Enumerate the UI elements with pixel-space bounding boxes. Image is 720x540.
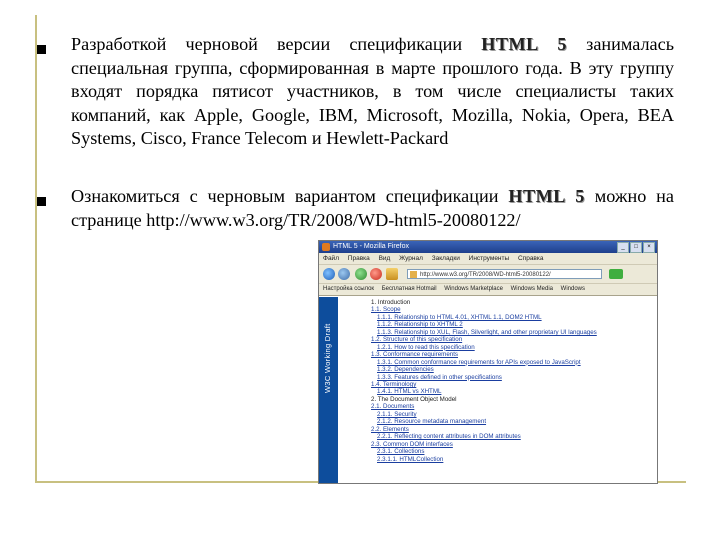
menu-file[interactable]: Файл: [323, 255, 339, 262]
paragraph-text: Разработкой черновой версии спецификации: [71, 34, 482, 54]
back-arrow-icon[interactable]: [323, 268, 335, 280]
browser-page-content: W3C Working Draft 1. Introduction 1.1. Sc…: [319, 297, 657, 483]
menu-tools[interactable]: Инструменты: [469, 255, 510, 262]
toc-entry[interactable]: 2.1.1. Security: [371, 411, 653, 418]
toc-entry[interactable]: 1.4. Terminology: [371, 381, 653, 388]
maximize-button[interactable]: □: [630, 242, 642, 253]
spec-url-link[interactable]: http://www.w3.org/TR/2008/WD-html5-20080…: [146, 210, 520, 230]
toc-entry[interactable]: 1.3. Conformance requirements: [371, 351, 653, 358]
table-of-contents: 1. Introduction 1.1. Scope 1.1.1. Relation…: [371, 299, 653, 463]
bookmarks-toolbar: Настройка ссылок Бесплатная Hotmail Wind…: [319, 284, 657, 296]
forward-arrow-icon[interactable]: [338, 268, 350, 280]
bookmark-item[interactable]: Настройка ссылок: [323, 286, 374, 292]
bullet-square-icon: [37, 45, 46, 54]
toc-entry[interactable]: 1.3.1. Common conformance requirements f…: [371, 359, 653, 366]
stop-icon[interactable]: [370, 268, 382, 280]
toc-entry: 2. The Document Object Model: [371, 395, 457, 403]
bullet-paragraph-1: Разработкой черновой версии спецификации…: [71, 33, 674, 151]
minimize-button[interactable]: _: [617, 242, 629, 253]
toc-entry[interactable]: 1.3.3. Features defined in other specifi…: [371, 374, 653, 381]
firefox-icon: [322, 243, 330, 251]
toc-entry[interactable]: 2.3.1.1. HTMLCollection: [371, 456, 653, 463]
browser-menubar: Файл Правка Вид Журнал Закладки Инструме…: [319, 253, 657, 265]
browser-screenshot: HTML 5 - Mozilla Firefox _ □ × Файл Прав…: [318, 240, 658, 484]
paragraph-text: Ознакомиться с черновым вариантом специф…: [71, 186, 509, 206]
go-button[interactable]: [609, 269, 623, 279]
bookmark-item[interactable]: Windows Media: [511, 286, 553, 292]
toc-entry[interactable]: 1.1. Scope: [371, 306, 653, 313]
toc-entry[interactable]: 1.1.2. Relationship to XHTML 2: [371, 321, 653, 328]
bookmark-item[interactable]: Windows: [561, 286, 585, 292]
home-icon[interactable]: [386, 268, 398, 280]
menu-help[interactable]: Справка: [518, 255, 544, 262]
slide-frame-left-rule: [35, 15, 37, 482]
html5-highlight: HTML 5: [481, 34, 567, 54]
browser-titlebar: HTML 5 - Mozilla Firefox _ □ ×: [319, 241, 657, 253]
toc-entry[interactable]: 1.4.1. HTML vs XHTML: [371, 388, 653, 395]
toc-entry: 1. Introduction: [371, 299, 411, 306]
menu-bookmarks[interactable]: Закладки: [432, 255, 460, 262]
menu-edit[interactable]: Правка: [348, 255, 370, 262]
toc-entry[interactable]: 1.1.3. Relationship to XUL, Flash, Silve…: [371, 329, 653, 336]
toc-entry[interactable]: 2.3. Common DOM interfaces: [371, 441, 653, 448]
page-icon: [410, 271, 417, 278]
toc-entry[interactable]: 2.2. Elements: [371, 426, 653, 433]
toc-entry[interactable]: 1.2. Structure of this specification: [371, 336, 653, 343]
toc-entry[interactable]: 2.2.1. Reflecting content attributes in …: [371, 433, 653, 440]
bullet-square-icon: [37, 197, 46, 206]
browser-navbar: http://www.w3.org/TR/2008/WD-html5-20080…: [319, 265, 657, 284]
bookmark-item[interactable]: Windows Marketplace: [444, 286, 503, 292]
toc-entry[interactable]: 1.2.1. How to read this specification: [371, 344, 653, 351]
toc-entry[interactable]: 2.1. Documents: [371, 403, 653, 410]
browser-title: HTML 5 - Mozilla Firefox: [333, 243, 409, 250]
menu-view[interactable]: Вид: [379, 255, 391, 262]
address-bar[interactable]: http://www.w3.org/TR/2008/WD-html5-20080…: [407, 269, 602, 279]
bullet-paragraph-2: Ознакомиться с черновым вариантом специф…: [71, 185, 674, 232]
html5-highlight: HTML 5: [508, 186, 585, 206]
menu-history[interactable]: Журнал: [399, 255, 423, 262]
w3c-working-draft-label: W3C Working Draft: [323, 323, 332, 393]
address-text: http://www.w3.org/TR/2008/WD-html5-20080…: [420, 272, 551, 278]
toc-entry[interactable]: 2.1.2. Resource metadata management: [371, 418, 653, 425]
toc-entry[interactable]: 1.3.2. Dependencies: [371, 366, 653, 373]
toc-entry[interactable]: 2.3.1. Collections: [371, 448, 653, 455]
reload-icon[interactable]: [355, 268, 367, 280]
w3c-status-sidebar: W3C Working Draft: [319, 297, 338, 483]
close-button[interactable]: ×: [643, 242, 655, 253]
toc-entry[interactable]: 1.1.1. Relationship to HTML 4.01, XHTML …: [371, 314, 653, 321]
bookmark-item[interactable]: Бесплатная Hotmail: [382, 286, 437, 292]
